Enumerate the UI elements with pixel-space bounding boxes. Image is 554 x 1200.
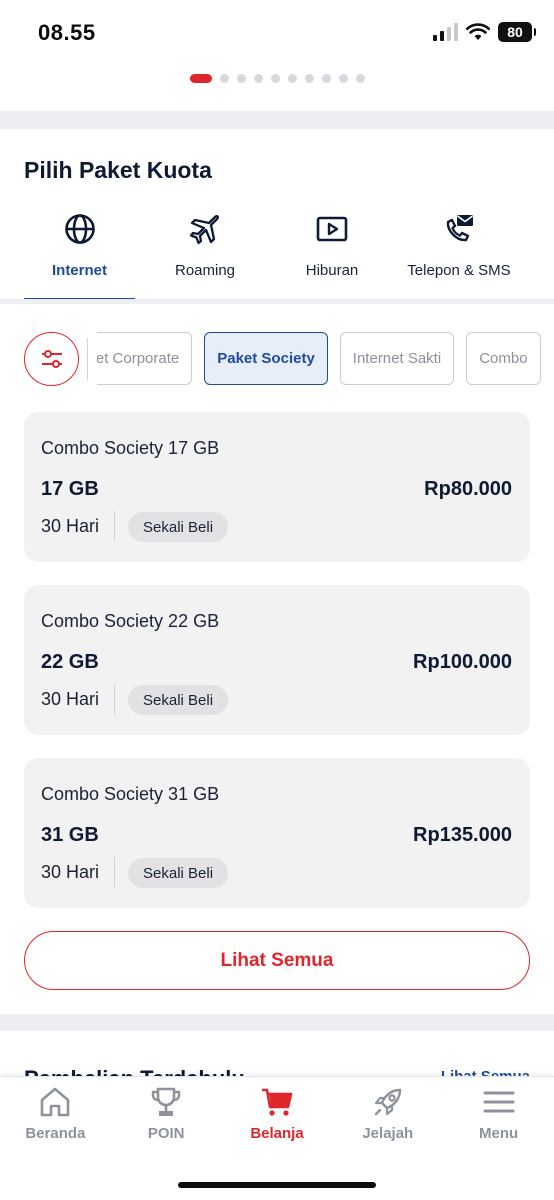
section-divider xyxy=(0,111,554,129)
pager-dot[interactable] xyxy=(189,74,212,83)
tab-label: Internet xyxy=(51,262,107,279)
pager-dot[interactable] xyxy=(338,74,348,83)
package-duration: 30 Hari xyxy=(41,689,100,709)
tab-label: Roaming xyxy=(174,262,236,279)
chip-combo[interactable]: Combo xyxy=(466,332,541,385)
package-price: Rp135.000 xyxy=(413,824,512,846)
status-icons: 80 xyxy=(433,22,536,42)
chip-internet-sakti[interactable]: Internet Sakti xyxy=(339,332,455,385)
play-icon xyxy=(316,216,348,242)
nav-belanja[interactable]: Belanja xyxy=(222,1077,333,1157)
pager-dot[interactable] xyxy=(355,74,365,83)
tab-internet[interactable]: Internet xyxy=(24,206,135,302)
filter-divider xyxy=(87,338,88,380)
home-indicator xyxy=(178,1182,376,1188)
status-bar: 08.55 80 xyxy=(0,0,554,64)
section-divider xyxy=(0,1014,554,1031)
filter-chips: Paket Corporate Paket Society Internet S… xyxy=(97,332,554,386)
filter-row: Paket Corporate Paket Society Internet S… xyxy=(0,332,554,386)
tab-hiburan[interactable]: Hiburan xyxy=(275,206,389,302)
pager-dot[interactable] xyxy=(287,74,297,83)
category-tabs: Internet Roaming Hiburan Telepon & SMS xyxy=(0,206,554,302)
section-title: Pilih Paket Kuota xyxy=(24,157,212,183)
tab-label: Telepon & SMS xyxy=(407,262,511,279)
nav-jelajah[interactable]: Jelajah xyxy=(332,1077,443,1157)
nav-label: POIN xyxy=(147,1125,185,1142)
chip-paket-corporate[interactable]: Paket Corporate xyxy=(97,332,193,385)
filter-button[interactable] xyxy=(24,332,79,386)
card-divider xyxy=(114,857,115,887)
sliders-icon xyxy=(41,350,62,368)
tab-telepon-sms[interactable]: Telepon & SMS xyxy=(389,206,529,302)
nav-poin[interactable]: POIN xyxy=(111,1077,222,1157)
package-name: Combo Society 17 GB xyxy=(41,438,220,458)
home-icon xyxy=(41,1087,70,1117)
package-quota: 22 GB xyxy=(41,651,99,673)
package-quota: 17 GB xyxy=(41,478,99,500)
nav-label: Beranda xyxy=(25,1125,86,1142)
package-badge: Sekali Beli xyxy=(128,858,229,888)
package-card[interactable]: Combo Society 17 GB 17 GB Rp80.000 30 Ha… xyxy=(24,412,530,562)
cellular-signal-icon xyxy=(433,23,458,41)
package-price: Rp100.000 xyxy=(413,651,512,673)
status-time: 08.55 xyxy=(38,20,96,45)
pager-dot[interactable] xyxy=(219,74,229,83)
bottom-nav: Beranda POIN Belanja Jelajah Menu xyxy=(0,1076,554,1200)
cart-icon xyxy=(261,1088,293,1116)
wifi-icon xyxy=(466,23,490,40)
see-all-label: Lihat Semua xyxy=(220,949,334,971)
tabs-divider xyxy=(0,299,554,304)
package-name: Combo Society 22 GB xyxy=(41,611,220,631)
package-card[interactable]: Combo Society 31 GB 31 GB Rp135.000 30 H… xyxy=(24,758,530,908)
nav-label: Belanja xyxy=(250,1125,304,1142)
see-all-button[interactable]: Lihat Semua xyxy=(24,931,530,990)
nav-label: Menu xyxy=(479,1125,519,1142)
airplane-icon xyxy=(189,215,219,245)
tab-roaming[interactable]: Roaming xyxy=(135,206,275,302)
package-duration: 30 Hari xyxy=(41,862,100,882)
package-badge: Sekali Beli xyxy=(128,685,229,715)
package-badge: Sekali Beli xyxy=(128,512,229,542)
globe-icon xyxy=(64,214,95,244)
card-divider xyxy=(114,511,115,541)
hamburger-icon xyxy=(483,1091,515,1113)
package-duration: 30 Hari xyxy=(41,516,100,536)
package-quota: 31 GB xyxy=(41,824,99,846)
chip-label: Paket Corporate xyxy=(97,350,180,367)
package-name: Combo Society 31 GB xyxy=(41,784,220,804)
trophy-icon xyxy=(151,1087,181,1116)
nav-label: Jelajah xyxy=(362,1125,414,1142)
chip-label: Paket Society xyxy=(217,350,315,367)
carousel-pager xyxy=(0,74,554,83)
nav-menu[interactable]: Menu xyxy=(443,1077,554,1157)
nav-beranda[interactable]: Beranda xyxy=(0,1077,111,1157)
battery-level: 80 xyxy=(507,24,523,40)
package-card[interactable]: Combo Society 22 GB 22 GB Rp100.000 30 H… xyxy=(24,585,530,735)
pager-dot[interactable] xyxy=(270,74,280,83)
card-divider xyxy=(114,684,115,714)
chip-paket-society[interactable]: Paket Society xyxy=(204,332,328,385)
pager-dot[interactable] xyxy=(253,74,263,83)
chip-label: Combo xyxy=(479,350,528,367)
package-price: Rp80.000 xyxy=(424,478,512,500)
rocket-icon xyxy=(374,1088,401,1116)
battery-icon: 80 xyxy=(498,22,536,42)
pager-dot[interactable] xyxy=(321,74,331,83)
chip-label: Internet Sakti xyxy=(352,350,442,367)
pager-dot[interactable] xyxy=(236,74,246,83)
phone-message-icon xyxy=(446,215,473,242)
tab-label: Hiburan xyxy=(305,262,359,279)
pager-dot[interactable] xyxy=(304,74,314,83)
